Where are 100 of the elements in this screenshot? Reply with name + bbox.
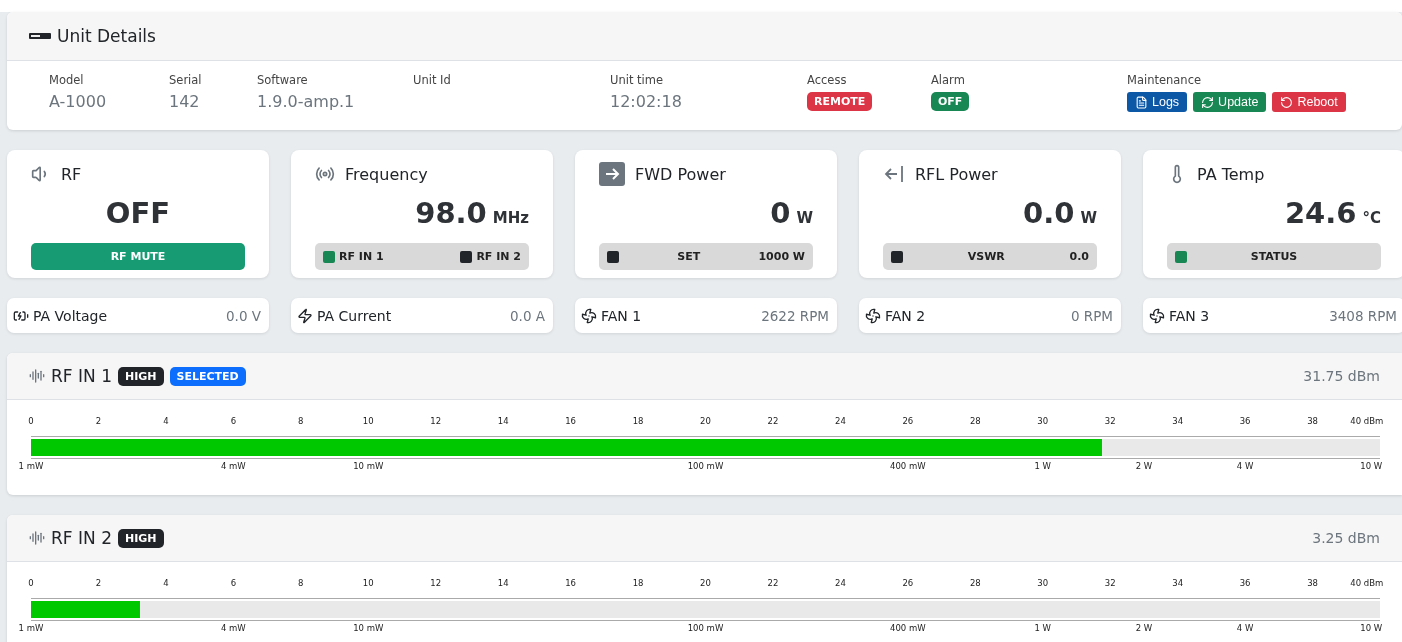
scale-label: 4	[163, 578, 169, 588]
scale-label: 38	[1307, 578, 1318, 588]
scale-label: 16	[565, 578, 576, 588]
power-reading: 31.75 dBm	[1303, 368, 1380, 384]
scale-label: 24	[835, 578, 846, 588]
scale-label: 26	[902, 578, 914, 588]
stat-value: 98.0	[415, 196, 487, 230]
waveform-icon	[29, 530, 45, 546]
scale-label: 2 W	[1135, 461, 1153, 471]
scale-label: 2	[95, 416, 102, 426]
scale-label: 36	[1239, 578, 1251, 588]
scale-label: 10 W	[1360, 461, 1383, 471]
card-title: FWD Power	[635, 164, 726, 184]
fan-icon	[1149, 307, 1165, 324]
scale-label: 8	[298, 416, 304, 426]
waveform-icon	[29, 368, 45, 384]
stat-unit: W	[796, 209, 813, 227]
reading-label: PA Voltage	[33, 307, 108, 324]
scale-label: 20	[700, 578, 711, 588]
restart-icon	[1280, 95, 1294, 109]
scale-label: 40 dBm	[1350, 578, 1384, 588]
maintenance-button[interactable]: Reboot	[1272, 92, 1346, 112]
field-label: Unit Id	[413, 73, 452, 87]
field-label: Unit time	[610, 73, 665, 87]
scale-label: 24	[835, 416, 846, 426]
fan-icon	[865, 307, 881, 324]
reading-label: FAN 1	[601, 307, 642, 324]
scale-label: 0	[28, 416, 34, 426]
field-label: Software	[257, 73, 309, 87]
fan-icon	[581, 307, 597, 324]
scale-label: 22	[767, 578, 779, 588]
scale-label: 6	[230, 578, 237, 588]
rf-mute-button[interactable]: RF MUTE	[31, 243, 245, 270]
scale-label: 10 mW	[353, 461, 384, 471]
scale-label: 32	[1104, 416, 1116, 426]
reading-value: 3408 RPM	[1329, 307, 1397, 324]
scale-label: 34	[1172, 578, 1184, 588]
scale-label: 10	[362, 578, 374, 588]
reading-label: FAN 2	[885, 307, 926, 324]
scale-label: 2	[95, 578, 102, 588]
status-badge: HIGH	[117, 528, 164, 548]
field-value: 142	[169, 92, 201, 111]
stat-value: 0	[770, 196, 791, 230]
stat-unit: W	[1080, 209, 1097, 227]
reading-value: 0 RPM	[1070, 307, 1113, 324]
field-label: Access	[807, 73, 848, 87]
status-badge: SELECTED	[169, 366, 246, 386]
maintenance-button[interactable]: Logs	[1127, 92, 1188, 112]
status-value: 1000 W	[758, 250, 805, 263]
stat-unit: °C	[1362, 209, 1381, 227]
reading-value: 0.0 A	[510, 307, 545, 324]
status-badge: REMOTE	[807, 92, 873, 111]
scale-label: 32	[1104, 578, 1116, 588]
scale-label: 16	[565, 416, 576, 426]
scale-label: 18	[632, 416, 644, 426]
scale-label: 36	[1239, 416, 1251, 426]
stat-value: 0.0	[1023, 196, 1075, 230]
scale-label: 18	[632, 578, 644, 588]
lightning-icon	[297, 307, 313, 324]
field-value: 12:02:18	[610, 92, 683, 111]
stat-unit: MHz	[492, 209, 529, 227]
field-label: Maintenance	[1127, 73, 1203, 87]
card-title: Unit Details	[57, 26, 156, 46]
scale-label: 100 mW	[687, 623, 724, 633]
stat-value: 24.6	[1284, 196, 1357, 230]
scale-label: 28	[969, 578, 981, 588]
power-reading: 3.25 dBm	[1312, 530, 1380, 546]
scale-label: 10 W	[1360, 623, 1383, 633]
scale-label: 12	[430, 416, 442, 426]
scale-label: 40 dBm	[1350, 416, 1384, 426]
input-label: RF IN 2	[476, 250, 521, 263]
scale-label: 400 mW	[890, 461, 926, 471]
device-icon	[29, 32, 51, 40]
reading-value: 0.0 V	[226, 307, 261, 324]
field-label: Serial	[169, 73, 203, 87]
card-title: RFL Power	[915, 164, 998, 184]
input-label: RF IN 1	[339, 250, 384, 263]
scale-label: 4 W	[1236, 623, 1254, 633]
scale-label: 100 mW	[687, 461, 724, 471]
scale-label: 12	[430, 578, 442, 588]
status-label: VSWR	[967, 250, 1005, 263]
card-title: Frequency	[345, 164, 428, 184]
scale-label: 14	[497, 578, 509, 588]
scale-label: 26	[902, 416, 914, 426]
scale-label: 20	[700, 416, 711, 426]
scale-label: 1 W	[1034, 461, 1051, 471]
scale-label: 30	[1037, 578, 1049, 588]
status-label: SET	[677, 250, 701, 263]
field-value: 1.9.0-amp.1	[257, 92, 356, 111]
arrow-right-icon	[599, 162, 625, 186]
panel-title: RF IN 2	[51, 528, 112, 548]
scale-label: 4 mW	[220, 461, 246, 471]
refresh-icon	[1201, 95, 1215, 109]
reading-label: PA Current	[317, 307, 392, 324]
reading-label: FAN 3	[1169, 307, 1210, 324]
arrow-left-bar-icon	[883, 164, 905, 184]
scale-label: 10 mW	[353, 623, 384, 633]
panel-title: RF IN 1	[51, 366, 112, 386]
scale-label: 6	[230, 416, 237, 426]
maintenance-button[interactable]: Update	[1193, 92, 1267, 112]
